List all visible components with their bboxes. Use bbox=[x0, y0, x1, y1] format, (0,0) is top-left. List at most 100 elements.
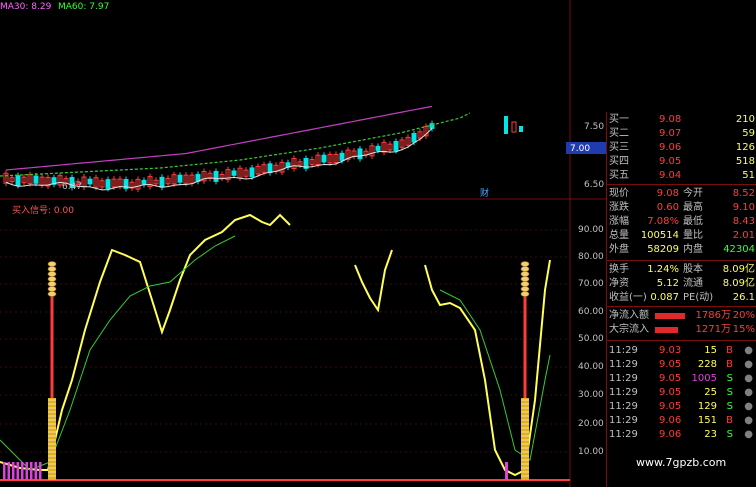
candle bbox=[375, 145, 381, 151]
price-pane[interactable] bbox=[0, 0, 606, 487]
candle bbox=[339, 152, 345, 161]
stat-label: 内盘 bbox=[683, 244, 703, 255]
stats-row[interactable]: 涨跌 0.60 最高 9.10 bbox=[607, 201, 756, 215]
candle bbox=[87, 178, 93, 185]
stats-row[interactable]: 总量 100514 量比 2.01 bbox=[607, 229, 756, 243]
candle bbox=[249, 167, 255, 178]
buy-signal-marker bbox=[520, 266, 530, 272]
bid-label: 买四 bbox=[609, 156, 629, 167]
candle bbox=[141, 179, 147, 186]
tick-price: 9.05 bbox=[659, 387, 682, 398]
fundamentals-row[interactable]: 净资 5.12 流通 8.09亿 bbox=[607, 277, 756, 291]
stat-label: 今开 bbox=[683, 188, 703, 199]
flow-label: 大宗流入 bbox=[609, 324, 649, 335]
ma30-line bbox=[5, 105, 433, 171]
flow-row[interactable]: 净流入额 1786万 20% bbox=[607, 309, 756, 323]
bid-price: 9.08 bbox=[659, 114, 682, 125]
bid-price: 9.07 bbox=[659, 128, 682, 139]
watermark: www.7gpzb.com bbox=[636, 456, 727, 469]
tick-price: 9.03 bbox=[659, 345, 682, 356]
buy-signal-marker bbox=[520, 276, 530, 282]
buy-signal-marker bbox=[47, 261, 57, 267]
order-book-row[interactable]: 买五 9.04 51 bbox=[607, 169, 756, 183]
candle bbox=[321, 154, 327, 163]
bid-price: 9.05 bbox=[659, 156, 682, 167]
fund-value: 5.12 bbox=[656, 278, 679, 289]
tick-price: 9.05 bbox=[659, 401, 682, 412]
stats-row[interactable]: 外盘 58209 内盘 42304 bbox=[607, 243, 756, 257]
fundamentals-row[interactable]: 收益(一) 0.087 PE(动) 26.1 bbox=[607, 291, 756, 305]
signal-bar bbox=[12, 462, 15, 480]
ma60-label: MA60: 7.97 bbox=[58, 2, 110, 12]
stats-row[interactable]: 现价 9.08 今开 8.52 bbox=[607, 187, 756, 201]
fund-label: 流通 bbox=[683, 278, 703, 289]
candle bbox=[519, 126, 523, 132]
indicator-axis-tick: 10.00 bbox=[578, 447, 604, 457]
trade-tick-row[interactable]: 11:29 9.05 129 S ● bbox=[607, 400, 756, 414]
fund-value: 0.087 bbox=[650, 292, 679, 303]
low-price-marker: 6.47 bbox=[62, 182, 83, 192]
indicator-axis-tick: 30.00 bbox=[578, 390, 604, 400]
fund-label: 换手 bbox=[609, 264, 629, 275]
tick-time: 11:29 bbox=[609, 429, 638, 440]
trade-tick-row[interactable]: 11:29 9.06 23 S ● bbox=[607, 428, 756, 442]
finance-event-icon[interactable]: 财 bbox=[480, 186, 489, 199]
flow-amount: 1786万 bbox=[695, 310, 731, 321]
stat-value: 42304 bbox=[723, 244, 755, 255]
buy-signal-marker bbox=[520, 271, 530, 277]
fund-label: 净资 bbox=[609, 278, 629, 289]
stat-label: 最低 bbox=[683, 216, 703, 227]
candle bbox=[105, 179, 111, 189]
order-book-row[interactable]: 买二 9.07 59 bbox=[607, 127, 756, 141]
buy-signal-marker bbox=[47, 276, 57, 282]
signal-bar bbox=[25, 462, 28, 480]
tick-time: 11:29 bbox=[609, 345, 638, 356]
tick-dot-icon: ● bbox=[744, 359, 753, 370]
fundamentals-row[interactable]: 换手 1.24% 股本 8.09亿 bbox=[607, 263, 756, 277]
candle bbox=[177, 174, 183, 183]
order-book-row[interactable]: 买四 9.05 518 bbox=[607, 155, 756, 169]
price-axis-tick: 7.50 bbox=[584, 122, 605, 132]
bid-volume: 126 bbox=[735, 142, 755, 153]
fund-label: 股本 bbox=[683, 264, 703, 275]
signal-bar bbox=[3, 462, 6, 480]
bid-volume: 51 bbox=[742, 170, 755, 181]
indicator-pane[interactable] bbox=[0, 213, 570, 481]
tick-volume: 15 bbox=[704, 345, 717, 356]
indicator-axis-tick: 90.00 bbox=[578, 225, 604, 235]
fund-label: 收益(一) bbox=[609, 292, 647, 303]
indicator-axis-tick: 50.00 bbox=[578, 334, 604, 344]
tick-side: S bbox=[726, 401, 733, 412]
tick-dot-icon: ● bbox=[744, 373, 753, 384]
order-book-row[interactable]: 买一 9.08 210 bbox=[607, 113, 756, 127]
order-book-row[interactable]: 买三 9.06 126 bbox=[607, 141, 756, 155]
tick-dot-icon: ● bbox=[744, 387, 753, 398]
flow-row[interactable]: 大宗流入 1271万 15% bbox=[607, 323, 756, 337]
flow-bar bbox=[655, 327, 678, 333]
signal-bar bbox=[505, 462, 508, 480]
bid-label: 买二 bbox=[609, 128, 629, 139]
stat-value: 0.60 bbox=[656, 202, 679, 213]
trade-tick-row[interactable]: 11:29 9.05 1005 S ● bbox=[607, 372, 756, 386]
ma30-label: MA30: 8.29 bbox=[0, 2, 52, 12]
indicator-axis-tick: 20.00 bbox=[578, 419, 604, 429]
tick-volume: 1005 bbox=[691, 373, 717, 384]
indicator-axis-tick: 80.00 bbox=[578, 252, 604, 262]
indicator-axis-tick: 60.00 bbox=[578, 307, 604, 317]
flow-label: 净流入额 bbox=[609, 310, 649, 321]
trade-tick-row[interactable]: 11:29 9.05 25 S ● bbox=[607, 386, 756, 400]
bid-label: 买五 bbox=[609, 170, 629, 181]
stat-value: 8.43 bbox=[732, 216, 755, 227]
signal-main-line bbox=[354, 249, 393, 313]
trade-tick-row[interactable]: 11:29 9.03 15 B ● bbox=[607, 344, 756, 358]
tick-dot-icon: ● bbox=[744, 415, 753, 426]
stat-label: 总量 bbox=[609, 230, 629, 241]
indicator-axis-tick: 40.00 bbox=[578, 362, 604, 372]
fund-value: 8.09亿 bbox=[722, 278, 755, 289]
trade-tick-row[interactable]: 11:29 9.06 151 B ● bbox=[607, 414, 756, 428]
bid-volume: 59 bbox=[742, 128, 755, 139]
stats-row[interactable]: 涨幅 7.08% 最低 8.43 bbox=[607, 215, 756, 229]
tick-side: B bbox=[726, 359, 733, 370]
trade-tick-row[interactable]: 11:29 9.05 228 B ● bbox=[607, 358, 756, 372]
tick-volume: 23 bbox=[704, 429, 717, 440]
